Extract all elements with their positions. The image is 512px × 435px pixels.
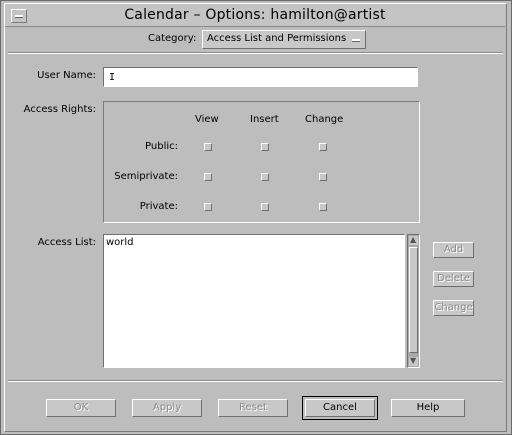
category-option-menu[interactable]: Access List and Permissions bbox=[202, 30, 366, 49]
scroll-down-arrow-icon[interactable]: ▼ bbox=[409, 357, 418, 366]
help-button[interactable]: Help bbox=[391, 399, 465, 417]
list-item[interactable]: world bbox=[106, 237, 134, 248]
separator-bottom bbox=[8, 380, 503, 382]
dropdown-indicator-icon bbox=[352, 39, 360, 42]
row-public-label: Public: bbox=[145, 141, 178, 152]
scroll-up-arrow-icon[interactable]: ▲ bbox=[409, 236, 418, 245]
semiprivate-change-checkbox[interactable] bbox=[319, 173, 327, 181]
separator-top bbox=[8, 52, 503, 54]
private-view-checkbox[interactable] bbox=[204, 203, 212, 211]
apply-button[interactable]: Apply bbox=[132, 399, 202, 417]
row-semiprivate-label: Semiprivate: bbox=[114, 171, 178, 182]
reset-button[interactable]: Reset bbox=[218, 399, 288, 417]
user-name-field[interactable]: I bbox=[103, 67, 418, 87]
public-change-checkbox[interactable] bbox=[319, 143, 327, 151]
column-view: View bbox=[195, 114, 219, 125]
access-list[interactable]: world bbox=[103, 234, 405, 368]
category-label: Category: bbox=[148, 33, 197, 44]
user-name-label: User Name: bbox=[37, 70, 96, 81]
access-list-scrollbar[interactable]: ▲ ▼ bbox=[407, 234, 420, 368]
access-rights-group: View Insert Change Public: Semiprivate: … bbox=[103, 101, 420, 223]
semiprivate-insert-checkbox[interactable] bbox=[261, 173, 269, 181]
title-bar[interactable]: Calendar – Options: hamilton@artist bbox=[5, 4, 505, 27]
semiprivate-view-checkbox[interactable] bbox=[204, 173, 212, 181]
column-change: Change bbox=[305, 114, 344, 125]
column-insert: Insert bbox=[250, 114, 279, 125]
access-rights-label: Access Rights: bbox=[23, 104, 96, 115]
public-insert-checkbox[interactable] bbox=[261, 143, 269, 151]
category-value: Access List and Permissions bbox=[207, 33, 347, 44]
private-insert-checkbox[interactable] bbox=[261, 203, 269, 211]
public-view-checkbox[interactable] bbox=[204, 143, 212, 151]
cancel-button[interactable]: Cancel bbox=[302, 396, 378, 420]
private-change-checkbox[interactable] bbox=[319, 203, 327, 211]
window-title: Calendar – Options: hamilton@artist bbox=[124, 7, 386, 23]
delete-button[interactable]: Delete bbox=[433, 271, 474, 287]
scroll-thumb[interactable] bbox=[409, 247, 418, 353]
row-private-label: Private: bbox=[139, 201, 178, 212]
change-button[interactable]: Change bbox=[433, 300, 474, 316]
user-name-input[interactable] bbox=[104, 68, 417, 86]
ok-button[interactable]: OK bbox=[46, 399, 116, 417]
text-cursor-icon: I bbox=[109, 72, 116, 83]
access-list-label: Access List: bbox=[37, 237, 96, 248]
add-button[interactable]: Add bbox=[433, 242, 474, 258]
